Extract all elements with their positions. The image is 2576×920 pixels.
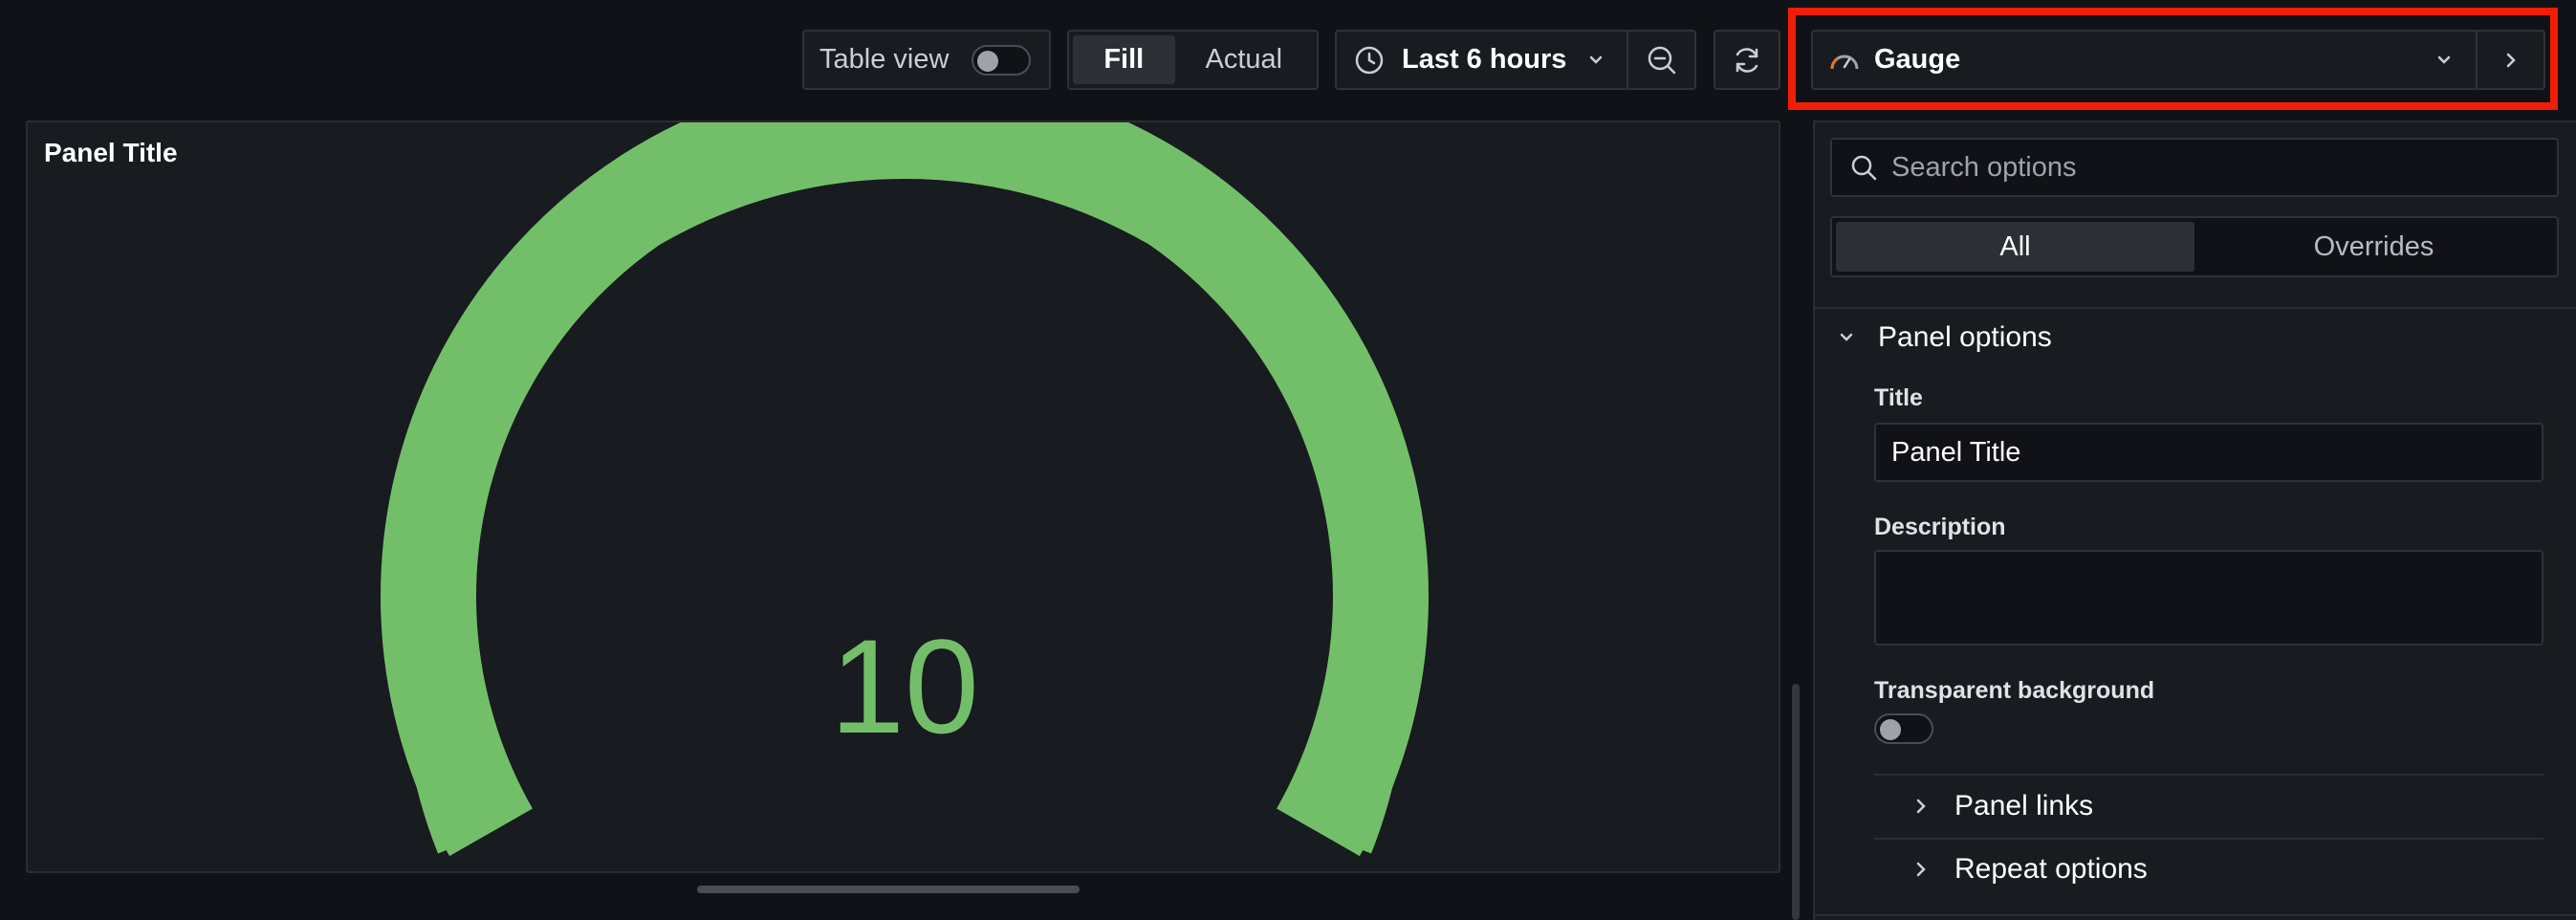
panel-options-header[interactable]: Panel options [1836,321,2052,354]
fill-button[interactable]: Fill [1073,35,1175,84]
zoom-out-button[interactable] [1626,30,1696,90]
toggle-knob [1880,719,1901,740]
divider [1874,774,2543,776]
divider [1874,838,2543,840]
chevron-right-icon [1916,799,1926,814]
horizontal-scrollbar[interactable] [697,886,1080,893]
actual-label: Actual [1205,44,1283,75]
table-view-toggle[interactable] [971,44,1032,76]
fill-actual-segment: Fill Actual [1067,30,1319,90]
table-view-toggle-group[interactable]: Table view [802,30,1051,90]
tab-overrides[interactable]: Overrides [2194,222,2553,272]
time-range-label: Last 6 hours [1402,44,1567,75]
description-label: Description [1874,514,2006,540]
vertical-scrollbar[interactable] [1792,684,1800,920]
divider [1815,307,2576,309]
time-range-picker[interactable]: Last 6 hours [1335,30,1628,90]
refresh-icon [1736,47,1758,73]
search-options-field[interactable] [1830,138,2559,197]
transparent-background-toggle[interactable] [1874,713,1933,744]
actual-button[interactable]: Actual [1175,35,1313,84]
panel-links-label: Panel links [1954,790,2094,821]
title-input[interactable] [1874,423,2543,482]
repeat-options-header[interactable]: Repeat options [1910,853,2148,886]
description-input[interactable] [1874,550,2543,646]
chevron-down-icon [1590,55,1603,64]
toggle-knob [977,50,999,72]
tab-all[interactable]: All [1836,222,2194,272]
panel[interactable]: Panel Title 10 [26,120,1780,873]
chevron-right-icon [1916,862,1926,877]
table-view-label: Table view [819,44,950,75]
repeat-options-label: Repeat options [1954,853,2148,885]
options-tabs: All Overrides [1830,216,2559,277]
highlight-box [1788,8,2558,110]
refresh-button[interactable] [1714,30,1780,90]
gauge-value: 10 [830,611,979,761]
options-pane: All Overrides Panel options Title Descri… [1813,120,2576,920]
title-label: Title [1874,384,1923,411]
transparent-background-label: Transparent background [1874,677,2155,704]
chevron-down-icon [1840,333,1853,341]
search-icon [1851,155,1877,181]
divider [1815,914,2576,916]
zoom-out-icon [1648,46,1675,74]
clock-icon [1355,46,1384,74]
panel-options-label: Panel options [1878,321,2052,353]
search-input[interactable] [1891,151,2513,184]
fill-label: Fill [1103,44,1145,75]
gauge-chart: 10 [381,122,1429,856]
panel-links-header[interactable]: Panel links [1910,790,2093,822]
